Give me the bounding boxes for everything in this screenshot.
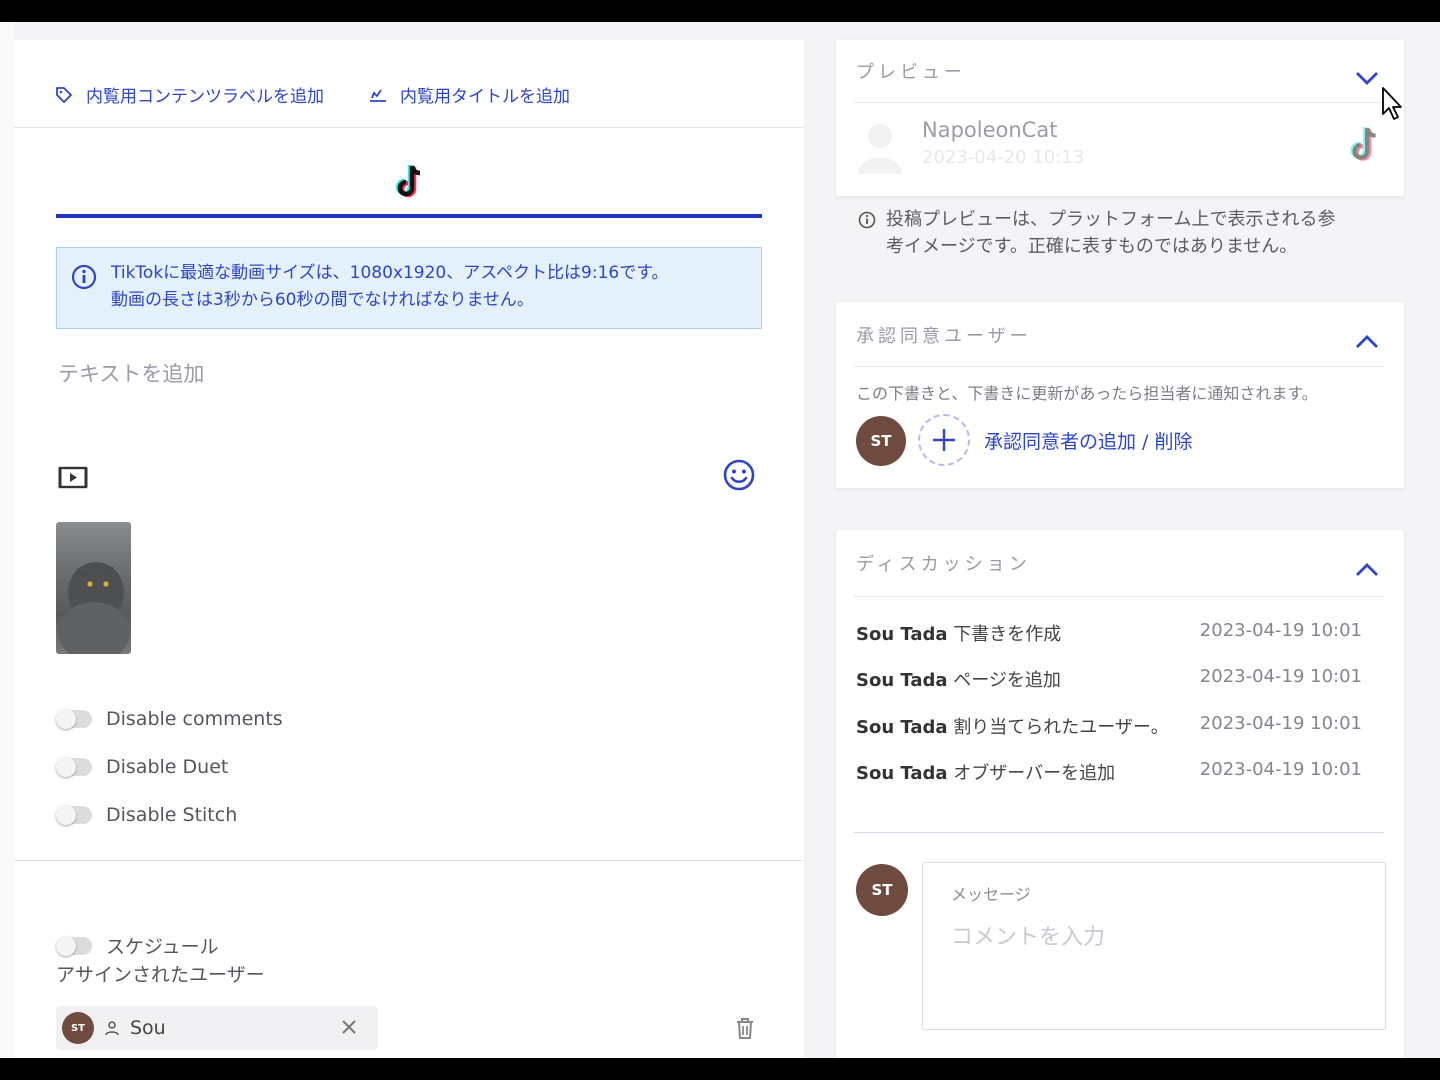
disable-stitch-label: Disable Stitch xyxy=(106,804,238,826)
person-icon xyxy=(105,1021,119,1036)
divider xyxy=(854,832,1384,833)
video-thumbnail[interactable] xyxy=(56,522,131,654)
tiktok-icon xyxy=(1350,127,1376,161)
disable-duet-row: Disable Duet xyxy=(56,756,228,778)
assigned-users-label: アサインされたユーザー xyxy=(56,964,265,986)
video-media-icon[interactable] xyxy=(58,465,88,491)
discussion-card: ディスカッション Sou Tada 下書きを作成 2023-04-19 10:0… xyxy=(836,530,1404,1058)
preview-account-name: NapoleonCat xyxy=(922,118,1058,142)
add-approver-button[interactable] xyxy=(918,414,970,466)
internal-links: 内覧用コンテンツラベルを追加 内覧用タイトルを追加 xyxy=(54,82,570,107)
post-editor-panel: 内覧用コンテンツラベルを追加 内覧用タイトルを追加 TikTokに最適な動画サイ… xyxy=(14,40,804,1058)
close-icon[interactable] xyxy=(340,1018,358,1036)
avatar: ST xyxy=(62,1012,94,1044)
post-text-input[interactable]: テキストを追加 xyxy=(58,358,204,388)
list-item: Sou Tada オブザーバーを追加 2023-04-19 10:01 xyxy=(856,759,1362,785)
tab-tiktok[interactable] xyxy=(56,138,762,218)
video-size-info: TikTokに最適な動画サイズは、1080x1920、アスペクト比は9:16です… xyxy=(56,247,762,329)
preview-disclaimer: 投稿プレビューは、プラットフォーム上で表示される参 考イメージです。正確に表すも… xyxy=(858,206,1398,260)
discussion-time: 2023-04-19 10:01 xyxy=(1199,713,1362,734)
approvers-description: この下書きと、下書きに更新があったら担当者に通知されます。 xyxy=(856,384,1318,403)
disable-duet-label: Disable Duet xyxy=(106,756,229,778)
comment-placeholder: コメントを入力 xyxy=(951,925,1106,950)
info-line-2: 動画の長さは3秒から60秒の間でなければなりません。 xyxy=(111,290,534,310)
trash-icon[interactable] xyxy=(734,1016,756,1040)
message-label: メッセージ xyxy=(951,885,1031,904)
emoji-icon[interactable] xyxy=(722,458,756,492)
left-strip xyxy=(0,22,14,1058)
avatar-placeholder-icon xyxy=(858,124,902,174)
discussion-author: Sou Tada xyxy=(856,670,948,691)
comment-input[interactable]: メッセージ コメントを入力 xyxy=(922,862,1386,1030)
disable-stitch-row: Disable Stitch xyxy=(56,804,237,826)
add-content-label-text: 内覧用コンテンツラベルを追加 xyxy=(86,87,324,107)
tag-icon xyxy=(56,86,72,103)
discussion-action: オブザーバーを追加 xyxy=(953,763,1116,784)
add-title-link[interactable]: 内覧用タイトルを追加 xyxy=(368,82,570,107)
edit-title-icon xyxy=(370,89,386,102)
chevron-up-icon[interactable] xyxy=(1354,562,1380,578)
divider xyxy=(14,860,804,861)
cat-image xyxy=(58,562,130,654)
discussion-author: Sou Tada xyxy=(856,624,948,645)
disclaimer-line-2: 考イメージです。正確に表すものではありません。 xyxy=(886,236,1298,257)
disable-duet-toggle[interactable] xyxy=(56,757,92,777)
discussion-author: Sou Tada xyxy=(856,717,948,738)
discussion-action: 下書きを作成 xyxy=(953,624,1062,645)
discussion-action: ページを追加 xyxy=(953,670,1061,691)
schedule-row: スケジュール xyxy=(56,932,219,959)
avatar: ST xyxy=(856,864,908,916)
tiktok-icon xyxy=(395,165,421,198)
manage-approvers-link[interactable]: 承認同意者の追加 / 削除 xyxy=(984,427,1192,454)
schedule-label: スケジュール xyxy=(106,936,219,958)
discussion-time: 2023-04-19 10:01 xyxy=(1199,759,1362,780)
add-content-label-link[interactable]: 内覧用コンテンツラベルを追加 xyxy=(54,82,324,107)
add-title-text: 内覧用タイトルを追加 xyxy=(400,87,570,107)
list-item: Sou Tada 割り当てられたユーザー。 2023-04-19 10:01 xyxy=(856,713,1362,739)
preview-date: 2023-04-20 10:13 xyxy=(922,147,1085,168)
assigned-user-chip: ST Sou xyxy=(56,1006,378,1050)
divider xyxy=(854,366,1384,367)
discussion-time: 2023-04-19 10:01 xyxy=(1199,620,1362,641)
disable-comments-label: Disable comments xyxy=(106,708,283,730)
divider xyxy=(854,102,1384,103)
info-line-1: TikTokに最適な動画サイズは、1080x1920、アスペクト比は9:16です… xyxy=(111,263,669,283)
disable-comments-toggle[interactable] xyxy=(56,709,92,729)
approvers-card: 承認同意ユーザー この下書きと、下書きに更新があったら担当者に通知されます。 S… xyxy=(836,302,1404,488)
preview-card: プレビュー NapoleonCat 2023-04-20 10:13 xyxy=(836,40,1404,196)
divider xyxy=(854,596,1384,597)
chevron-up-icon[interactable] xyxy=(1354,334,1380,350)
discussion-author: Sou Tada xyxy=(856,763,948,784)
list-item: Sou Tada ページを追加 2023-04-19 10:01 xyxy=(856,666,1362,692)
disclaimer-line-1: 投稿プレビューは、プラットフォーム上で表示される参 xyxy=(886,209,1336,230)
chevron-down-icon[interactable] xyxy=(1354,70,1380,86)
divider xyxy=(14,127,804,128)
preview-title: プレビュー xyxy=(856,62,966,83)
disable-stitch-toggle[interactable] xyxy=(56,805,92,825)
mouse-cursor-icon xyxy=(1382,87,1402,120)
schedule-toggle[interactable] xyxy=(56,935,92,956)
info-icon xyxy=(858,211,876,229)
active-tab-underline xyxy=(56,214,762,218)
disable-comments-row: Disable comments xyxy=(56,708,283,730)
viewport: 内覧用コンテンツラベルを追加 内覧用タイトルを追加 TikTokに最適な動画サイ… xyxy=(0,22,1440,1058)
list-item: Sou Tada 下書きを作成 2023-04-19 10:01 xyxy=(856,620,1362,646)
info-icon xyxy=(71,264,97,290)
discussion-action: 割り当てられたユーザー。 xyxy=(953,717,1169,738)
avatar: ST xyxy=(856,416,906,466)
discussion-title: ディスカッション xyxy=(856,554,1031,575)
assigned-user-name: Sou xyxy=(130,1017,166,1039)
approvers-title: 承認同意ユーザー xyxy=(856,326,1032,347)
discussion-time: 2023-04-19 10:01 xyxy=(1199,666,1362,687)
plus-icon xyxy=(933,429,955,451)
